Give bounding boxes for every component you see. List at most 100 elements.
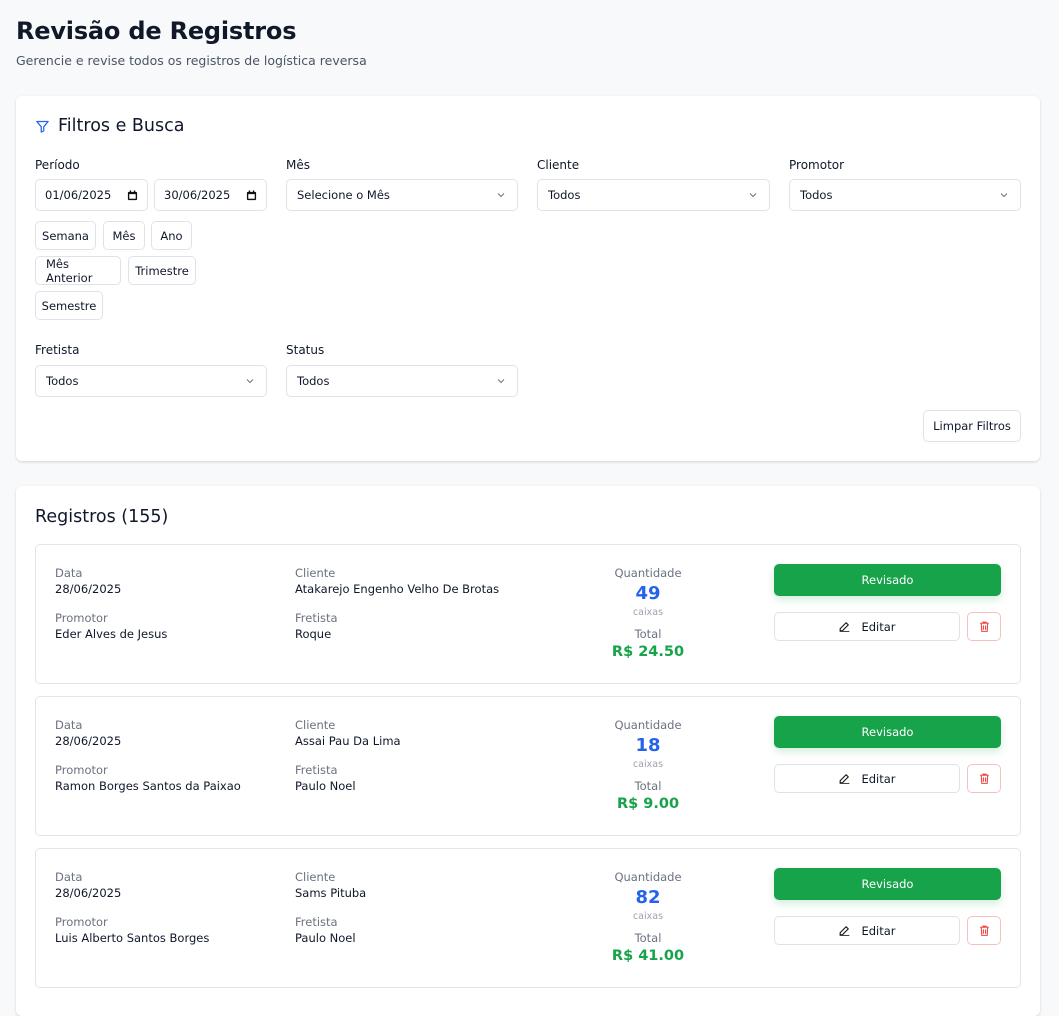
trash-icon [979,925,989,936]
page-subtitle: Gerencie e revise todos os registros de … [16,53,367,68]
promoter-value: Luis Alberto Santos Borges [55,931,210,945]
status-button[interactable]: Revisado [774,716,1001,748]
date-label: Data [55,870,83,884]
status-button[interactable]: Revisado [774,868,1001,900]
quantity-value: 18 [635,735,661,756]
records-title: Registros (155) [35,507,169,527]
carrier-label: Fretista [295,611,338,625]
quantity-unit: caixas [632,759,664,770]
client-select-value: Todos [548,188,581,202]
promoter-value: Eder Alves de Jesus [55,627,168,641]
filters-title: Filtros e Busca [58,116,185,136]
pencil-icon [840,774,850,784]
carrier-label: Fretista [295,915,338,929]
filters-header: Filtros e Busca [35,116,184,136]
client-select[interactable]: Todos [537,179,770,211]
quick-filter-quarter-button[interactable]: Trimestre [128,256,196,285]
carrier-value: Paulo Noel [295,779,356,793]
filters-card: Filtros e Busca Período 01/06/2025 30/06… [16,96,1040,461]
carrier-label: Fretista [35,343,80,357]
page-title: Revisão de Registros [16,17,297,45]
status-label: Status [286,343,325,357]
promoter-label: Promotor [789,158,845,172]
edit-label: Editar [861,771,896,786]
total-value: R$ 41.00 [611,948,685,964]
promoter-label: Promotor [55,915,108,929]
quick-filter-semester-button[interactable]: Semestre [35,291,103,320]
calendar-icon[interactable] [127,189,138,201]
total-value: R$ 24.50 [611,644,685,660]
client-label: Cliente [537,158,580,172]
chevron-down-icon [246,379,254,384]
quantity-label: Quantidade [614,718,682,732]
chevron-down-icon [497,379,505,384]
promoter-select[interactable]: Todos [789,179,1021,211]
quantity-label: Quantidade [614,566,682,580]
total-value: R$ 9.00 [616,796,680,812]
client-value: Assai Pau Da Lima [295,734,401,748]
chevron-down-icon [497,193,505,198]
quantity-unit: caixas [632,911,664,922]
status-button[interactable]: Revisado [774,564,1001,596]
record-card: Data 28/06/2025 Promotor Eder Alves de J… [35,544,1021,684]
quick-filter-week-button[interactable]: Semana [35,221,96,250]
client-label: Cliente [295,718,336,732]
end-date-input[interactable]: 30/06/2025 [154,179,267,211]
quantity-label: Quantidade [614,870,682,884]
delete-button[interactable] [967,764,1001,793]
total-label: Total [634,779,662,793]
client-label: Cliente [295,870,336,884]
period-label: Período [35,158,80,172]
total-label: Total [634,931,662,945]
trash-icon [979,621,989,632]
carrier-value: Paulo Noel [295,931,356,945]
date-label: Data [55,718,83,732]
month-label: Mês [286,158,310,172]
promoter-value: Ramon Borges Santos da Paixao [55,779,241,793]
chevron-down-icon [749,193,757,198]
filter-icon [36,120,49,133]
quantity-unit: caixas [632,607,664,618]
client-value: Atakarejo Engenho Velho De Brotas [295,582,500,596]
pencil-icon [840,622,850,632]
calendar-icon[interactable] [246,189,257,201]
date-value: 28/06/2025 [55,886,122,900]
record-card: Data 28/06/2025 Promotor Ramon Borges Sa… [35,696,1021,836]
month-select[interactable]: Selecione o Mês [286,179,518,211]
clear-filters-button[interactable]: Limpar Filtros [923,410,1021,442]
pencil-icon [840,926,850,936]
edit-label: Editar [861,923,896,938]
end-date-value: 30/06/2025 [164,188,231,202]
status-select[interactable]: Todos [286,365,518,397]
quick-filter-month-button[interactable]: Mês [103,221,145,250]
promoter-label: Promotor [55,611,108,625]
quantity-value: 49 [635,583,661,604]
record-card: Data 28/06/2025 Promotor Luis Alberto Sa… [35,848,1021,988]
edit-label: Editar [861,619,896,634]
carrier-select-value: Todos [46,374,79,388]
promoter-select-value: Todos [800,188,833,202]
date-label: Data [55,566,83,580]
total-label: Total [634,627,662,641]
delete-button[interactable] [967,612,1001,641]
date-value: 28/06/2025 [55,582,122,596]
carrier-select[interactable]: Todos [35,365,267,397]
quick-filter-previous-month-button[interactable]: Mês Anterior [35,256,121,285]
edit-button[interactable]: Editar [774,764,960,793]
records-card: Registros (155) Data 28/06/2025 Promotor… [16,486,1040,1016]
quick-filter-year-button[interactable]: Ano [151,221,192,250]
start-date-value: 01/06/2025 [45,188,112,202]
edit-button[interactable]: Editar [774,916,960,945]
client-value: Sams Pituba [295,886,367,900]
start-date-input[interactable]: 01/06/2025 [35,179,148,211]
promoter-label: Promotor [55,763,108,777]
date-value: 28/06/2025 [55,734,122,748]
status-select-value: Todos [297,374,330,388]
month-select-value: Selecione o Mês [297,188,390,202]
client-label: Cliente [295,566,336,580]
trash-icon [979,773,989,784]
quantity-value: 82 [635,887,661,908]
delete-button[interactable] [967,916,1001,945]
carrier-label: Fretista [295,763,338,777]
edit-button[interactable]: Editar [774,612,960,641]
